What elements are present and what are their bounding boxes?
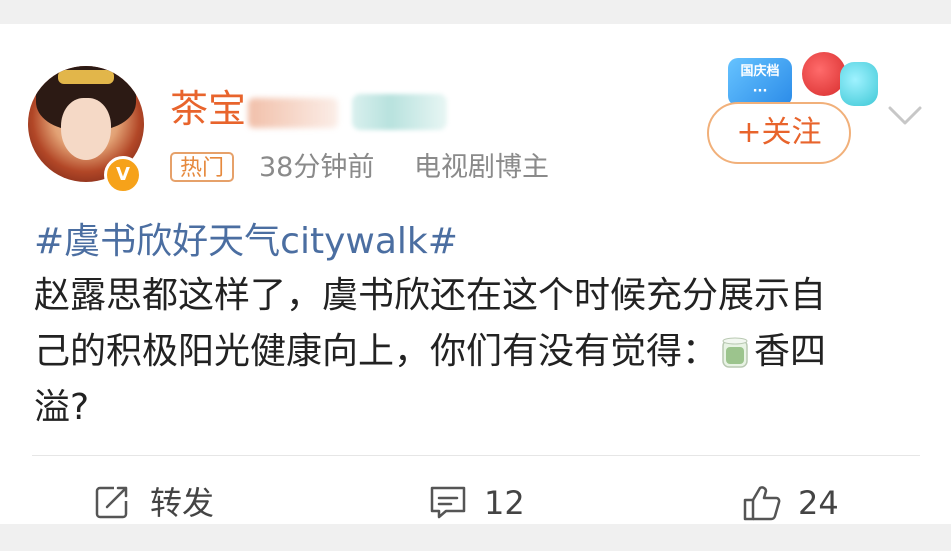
content-text: 香四 (754, 331, 827, 372)
repost-icon (95, 486, 128, 519)
like-count: 24 (798, 484, 839, 522)
promo-mascot-icon-2 (840, 62, 878, 106)
repost-label: 转发 (150, 484, 215, 522)
promo-badge-icon: 国庆档 ··· (728, 58, 792, 106)
tea-cup-icon (720, 332, 750, 370)
author-role[interactable]: 电视剧博主 (414, 150, 549, 186)
comment-count: 12 (484, 484, 525, 522)
avatar-crown (58, 70, 114, 84)
like-button[interactable]: 24 (742, 480, 852, 526)
hot-tag-badge: 热门 (170, 152, 235, 182)
divider (32, 455, 920, 456)
content-line: 溢? (34, 387, 90, 428)
avatar-face (61, 98, 111, 160)
hashtag-link[interactable]: #虞书欣好天气citywalk# (34, 220, 458, 264)
chevron-down-icon[interactable] (888, 104, 922, 128)
content-line: 赵露思都这样了，虞书欣还在这个时候充分展示自 (34, 275, 827, 316)
comment-button[interactable]: 12 (428, 480, 538, 526)
content-line: 己的积极阳光健康向上，你们有没有觉得： 香四 (34, 324, 924, 380)
author-name[interactable]: 茶宝 (170, 86, 246, 132)
content-text: 己的积极阳光健康向上，你们有没有觉得： (34, 331, 719, 372)
weibo-post-card: V 茶宝 热门 38分钟前 电视剧博主 国庆档 ··· +关注 #虞书欣好天气ci… (0, 24, 951, 524)
blurred-username-tail (248, 98, 338, 128)
post-time: 38分钟前 (259, 152, 375, 183)
post-content: 赵露思都这样了，虞书欣还在这个时候充分展示自 己的积极阳光健康向上，你们有没有觉… (34, 268, 924, 436)
blurred-level-badge (352, 94, 447, 130)
comment-icon (430, 486, 466, 519)
verified-badge-icon: V (104, 156, 142, 194)
repost-button[interactable]: 转发 (94, 480, 234, 526)
thumbs-up-icon (743, 486, 781, 521)
follow-button[interactable]: +关注 (707, 102, 851, 164)
